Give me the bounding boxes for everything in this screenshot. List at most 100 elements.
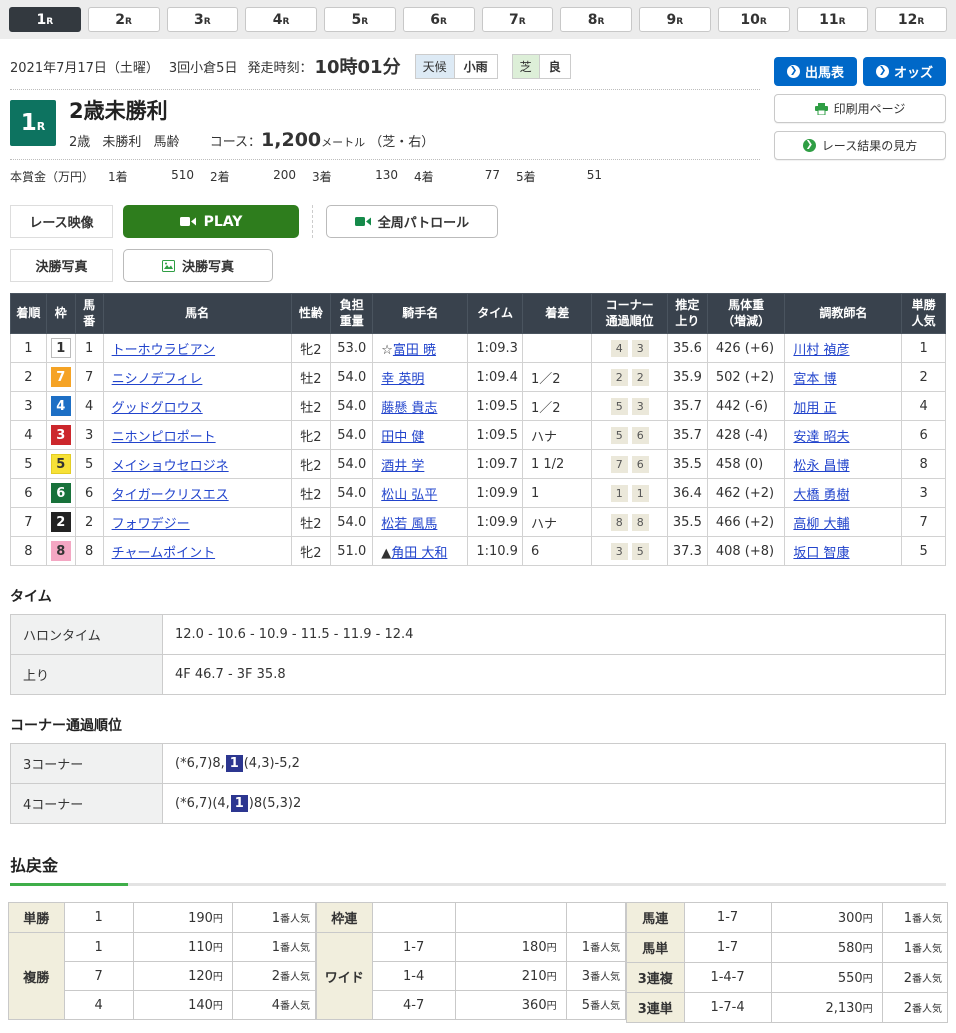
jockey-name-link[interactable]: 富田 暁	[393, 343, 436, 358]
payout-row: 単勝1190円1番人気	[9, 903, 316, 933]
race-tab-12R[interactable]: 12R	[875, 7, 947, 32]
payout-amount-unit: 円	[547, 943, 557, 954]
prize-item: 4着77	[414, 168, 516, 185]
trainer-name-link[interactable]: 加用 正	[793, 401, 836, 416]
payout-favorite-unit: 番人気	[912, 944, 942, 955]
race-tab-10R[interactable]: 10R	[718, 7, 790, 32]
payout-row: 3連複1-4-7550円2番人気	[627, 963, 948, 993]
finish-photo-button-label: 決勝写真	[182, 256, 234, 275]
race-tab-suffix: R	[361, 17, 368, 27]
last-3f-time: 36.4	[667, 479, 707, 508]
race-tab-11R[interactable]: 11R	[797, 7, 869, 32]
corner-position: 1	[632, 485, 649, 502]
time-row-label: 上り	[11, 655, 163, 695]
corner-position: 2	[611, 369, 628, 386]
trainer-name-link[interactable]: 高柳 大輔	[793, 517, 849, 532]
corner-position: 5	[611, 398, 628, 415]
date-row: 2021年7月17日（土曜） 3回小倉5日 発走時刻： 10時01分 天候 小雨…	[10, 49, 760, 89]
horse-name-link[interactable]: メイショウセロジネ	[112, 459, 229, 474]
sex-age: 牝2	[291, 537, 331, 566]
prize-label: 本賞金（万円）	[10, 168, 94, 185]
course-note: （芝・右）	[369, 135, 434, 150]
jockey-name-link[interactable]: 松若 風馬	[381, 517, 437, 532]
horse-name-link[interactable]: タイガークリスエス	[112, 488, 229, 503]
sex-age: 牝2	[291, 421, 331, 450]
printer-icon	[815, 103, 828, 115]
payout-amount-unit: 円	[863, 1004, 873, 1015]
trainer-name-link[interactable]: 坂口 智康	[793, 546, 849, 561]
finish-photo-button[interactable]: 決勝写真	[123, 249, 273, 282]
video-camera-icon	[355, 216, 371, 227]
jockey-cell: 藤懸 貴志	[373, 392, 468, 421]
horse-name-link[interactable]: チャームポイント	[112, 546, 215, 561]
corner-order-after: (4,3)-5,2	[244, 756, 300, 771]
payout-favorite-value: 2	[272, 969, 280, 984]
trainer-name-link[interactable]: 川村 禎彦	[793, 343, 849, 358]
win-favorite-rank: 2	[902, 363, 946, 392]
race-tab-number: 12	[898, 12, 917, 28]
jockey-name-link[interactable]: 角田 大和	[391, 546, 447, 561]
trainer-name-link[interactable]: 大橋 勇樹	[793, 488, 849, 503]
race-tab-2R[interactable]: 2R	[88, 7, 160, 32]
odds-button[interactable]: ❯ オッズ	[863, 57, 946, 86]
payout-amount: 190円	[133, 903, 232, 933]
payout-favorite-value: 1	[582, 940, 590, 955]
payout-favorite-rank: 2番人気	[882, 993, 947, 1023]
play-button[interactable]: PLAY	[123, 205, 299, 238]
body-weight: 426 (+6)	[707, 334, 785, 363]
race-tab-8R[interactable]: 8R	[560, 7, 632, 32]
race-tab-3R[interactable]: 3R	[167, 7, 239, 32]
race-title-texts: 2歳未勝利 2歳 未勝利 馬齢 コース：1,200メートル （芝・右）	[69, 100, 434, 151]
jockey-name-link[interactable]: 幸 英明	[381, 372, 424, 387]
horse-number: 5	[75, 450, 103, 479]
results-column-header: コーナー 通過順位	[592, 294, 667, 334]
race-tab-1R[interactable]: 1R	[9, 7, 81, 32]
weather-badge: 天候 小雨	[415, 54, 498, 79]
corner-positions-cell: 43	[592, 334, 667, 363]
payout-favorite-value: 3	[582, 969, 590, 984]
payout-bet-type-label: 単勝	[9, 903, 65, 933]
jockey-name-link[interactable]: 松山 弘平	[381, 488, 437, 503]
last-3f-time: 37.3	[667, 537, 707, 566]
result-row: 277ニシノデフィレ牡254.0幸 英明1:09.41／22235.9502 (…	[11, 363, 946, 392]
finish-position: 7	[11, 508, 47, 537]
trainer-name-link[interactable]: 安達 昭夫	[793, 430, 849, 445]
waku-cell: 8	[46, 537, 75, 566]
jockey-marker: ▲	[381, 546, 391, 561]
race-tab-7R[interactable]: 7R	[482, 7, 554, 32]
corner-row: 4コーナー(*6,7)(4,1)8(5,3)2	[11, 784, 946, 824]
race-tab-6R[interactable]: 6R	[403, 7, 475, 32]
finish-position: 2	[11, 363, 47, 392]
print-page-button[interactable]: 印刷用ページ	[774, 94, 946, 123]
time-row: 上り4F 46.7 - 3F 35.8	[11, 655, 946, 695]
jockey-name-link[interactable]: 藤懸 貴志	[381, 401, 437, 416]
race-tab-5R[interactable]: 5R	[324, 7, 396, 32]
race-tab-9R[interactable]: 9R	[639, 7, 711, 32]
race-conditions-line: 2歳 未勝利 馬齢 コース：1,200メートル （芝・右）	[69, 129, 434, 151]
race-results-table: 着順枠馬 番馬名性齢負担 重量騎手名タイム着差コーナー 通過順位推定 上り馬体重…	[10, 293, 946, 566]
trainer-name-link[interactable]: 宮本 博	[793, 372, 836, 387]
horse-name-link[interactable]: トーホウラビアン	[112, 343, 215, 358]
horse-name-link[interactable]: グッドグロウス	[112, 401, 203, 416]
horse-name-link[interactable]: ニシノデフィレ	[112, 372, 203, 387]
carried-weight: 51.0	[331, 537, 373, 566]
entries-button[interactable]: ❯ 出馬表	[774, 57, 857, 86]
jockey-name-link[interactable]: 酒井 学	[381, 459, 424, 474]
prize-amount: 51	[587, 168, 602, 185]
payout-favorite-unit: 番人気	[280, 972, 310, 983]
payout-amount: 2,130円	[771, 993, 882, 1023]
jockey-name-link[interactable]: 田中 健	[381, 430, 424, 445]
horse-number: 7	[75, 363, 103, 392]
race-tab-4R[interactable]: 4R	[245, 7, 317, 32]
patrol-video-button[interactable]: 全周パトロール	[326, 205, 498, 238]
horse-name-link[interactable]: ニホンピロポート	[112, 430, 216, 445]
jockey-cell: 幸 英明	[373, 363, 468, 392]
trainer-name-link[interactable]: 松永 昌博	[793, 459, 849, 474]
start-time-value: 10時01分	[314, 53, 400, 79]
horse-name-link[interactable]: フォワデジー	[112, 517, 190, 532]
results-guide-button[interactable]: ❯ レース結果の見方	[774, 131, 946, 160]
race-tab-suffix: R	[46, 17, 53, 27]
finish-time: 1:09.7	[468, 450, 523, 479]
carried-weight: 54.0	[331, 479, 373, 508]
race-number-suffix: R	[37, 120, 45, 133]
